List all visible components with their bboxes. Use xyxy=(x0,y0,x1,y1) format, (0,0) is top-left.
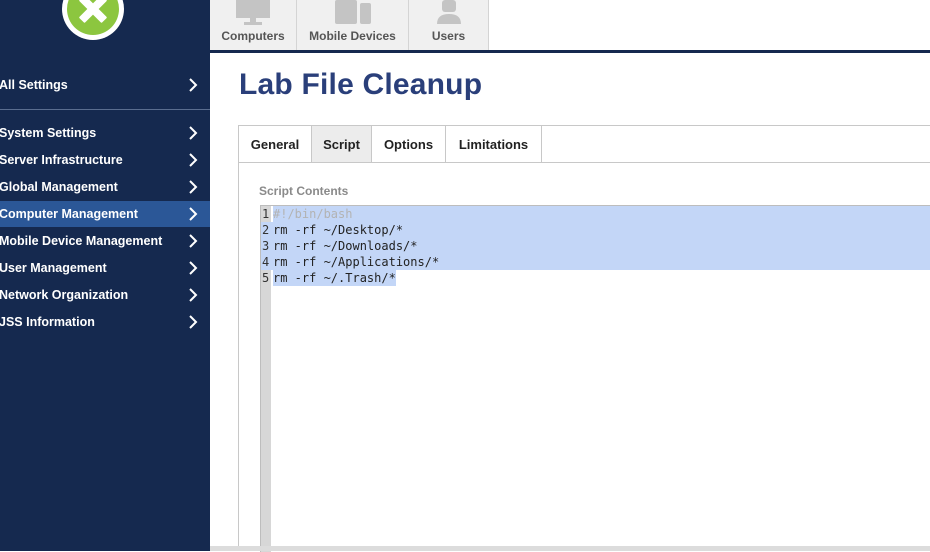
logo-icon xyxy=(67,0,119,35)
chevron-right-icon xyxy=(189,78,198,92)
line-number: 5 xyxy=(262,271,270,285)
chevron-right-icon xyxy=(189,153,198,167)
sidebar-item-label: Mobile Device Management xyxy=(0,234,163,248)
tabs-divider xyxy=(239,162,930,163)
code-line: 4 rm -rf ~/Applications/* xyxy=(261,254,930,270)
code-line: 3 rm -rf ~/Downloads/* xyxy=(261,238,930,254)
sidebar-item-label: All Settings xyxy=(0,78,68,92)
code-text: rm -rf ~/.Trash/* xyxy=(273,270,396,286)
sidebar-item-label: Network Organization xyxy=(0,288,129,302)
code-line: 1 #!/bin/bash xyxy=(261,206,930,222)
script-editor[interactable]: 1 #!/bin/bash 2 rm -rf ~/Desktop/* 3 rm … xyxy=(260,205,930,552)
tab-label: Mobile Devices xyxy=(309,29,396,43)
sidebar-item-server-infrastructure[interactable]: Server Infrastructure xyxy=(0,147,210,173)
monitor-icon xyxy=(236,0,270,25)
user-icon xyxy=(437,0,461,24)
jamf-logo xyxy=(62,0,124,40)
sidebar-item-jss-information[interactable]: JSS Information xyxy=(0,309,210,335)
tab-mobile-devices[interactable]: Mobile Devices xyxy=(297,0,409,50)
policy-panel: General Script Options Limitations Scrip… xyxy=(238,125,930,552)
chevron-right-icon xyxy=(189,126,198,140)
sidebar-item-label: JSS Information xyxy=(0,315,95,329)
sidebar-item-label: User Management xyxy=(0,261,107,275)
chevron-right-icon xyxy=(189,288,198,302)
script-contents-label: Script Contents xyxy=(259,184,349,198)
sidebar-item-mobile-device-management[interactable]: Mobile Device Management xyxy=(0,228,210,254)
sidebar: All Settings System Settings Server Infr… xyxy=(0,0,210,551)
code-text: #!/bin/bash xyxy=(273,206,353,222)
tab-script[interactable]: Script xyxy=(312,126,372,162)
mobile-devices-icon xyxy=(335,0,371,24)
sidebar-item-label: Global Management xyxy=(0,180,118,194)
code-line: 5 rm -rf ~/.Trash/* xyxy=(261,270,930,286)
tab-label: Computers xyxy=(221,29,285,43)
code-text: rm -rf ~/Applications/* xyxy=(273,255,440,269)
sidebar-item-all-settings[interactable]: All Settings xyxy=(0,72,210,98)
sidebar-item-computer-management[interactable]: Computer Management xyxy=(0,201,210,227)
header-divider xyxy=(210,50,930,53)
tab-computers[interactable]: Computers xyxy=(210,0,297,50)
content-tabs: General Script Options Limitations xyxy=(239,126,542,162)
tab-limitations[interactable]: Limitations xyxy=(446,126,542,162)
sidebar-item-label: System Settings xyxy=(0,126,97,140)
tab-general[interactable]: General xyxy=(239,126,312,162)
sidebar-divider xyxy=(0,109,210,110)
sidebar-item-global-management[interactable]: Global Management xyxy=(0,174,210,200)
tab-label: Users xyxy=(431,29,466,43)
tab-options[interactable]: Options xyxy=(372,126,446,162)
sidebar-item-label: Computer Management xyxy=(0,207,138,221)
sidebar-item-system-settings[interactable]: System Settings xyxy=(0,120,210,146)
bottom-scrollbar[interactable] xyxy=(210,546,930,551)
page-title: Lab File Cleanup xyxy=(239,68,483,101)
sidebar-item-network-organization[interactable]: Network Organization xyxy=(0,282,210,308)
chevron-right-icon xyxy=(189,315,198,329)
chevron-right-icon xyxy=(189,180,198,194)
chevron-right-icon xyxy=(189,207,198,221)
line-number: 1 xyxy=(262,207,270,221)
tab-users[interactable]: Users xyxy=(409,0,489,50)
code-line: 2 rm -rf ~/Desktop/* xyxy=(261,222,930,238)
sidebar-item-label: Server Infrastructure xyxy=(0,153,123,167)
top-nav-tabs: Computers Mobile Devices Users xyxy=(210,0,489,50)
chevron-right-icon xyxy=(189,234,198,248)
chevron-right-icon xyxy=(189,261,198,275)
sidebar-item-user-management[interactable]: User Management xyxy=(0,255,210,281)
